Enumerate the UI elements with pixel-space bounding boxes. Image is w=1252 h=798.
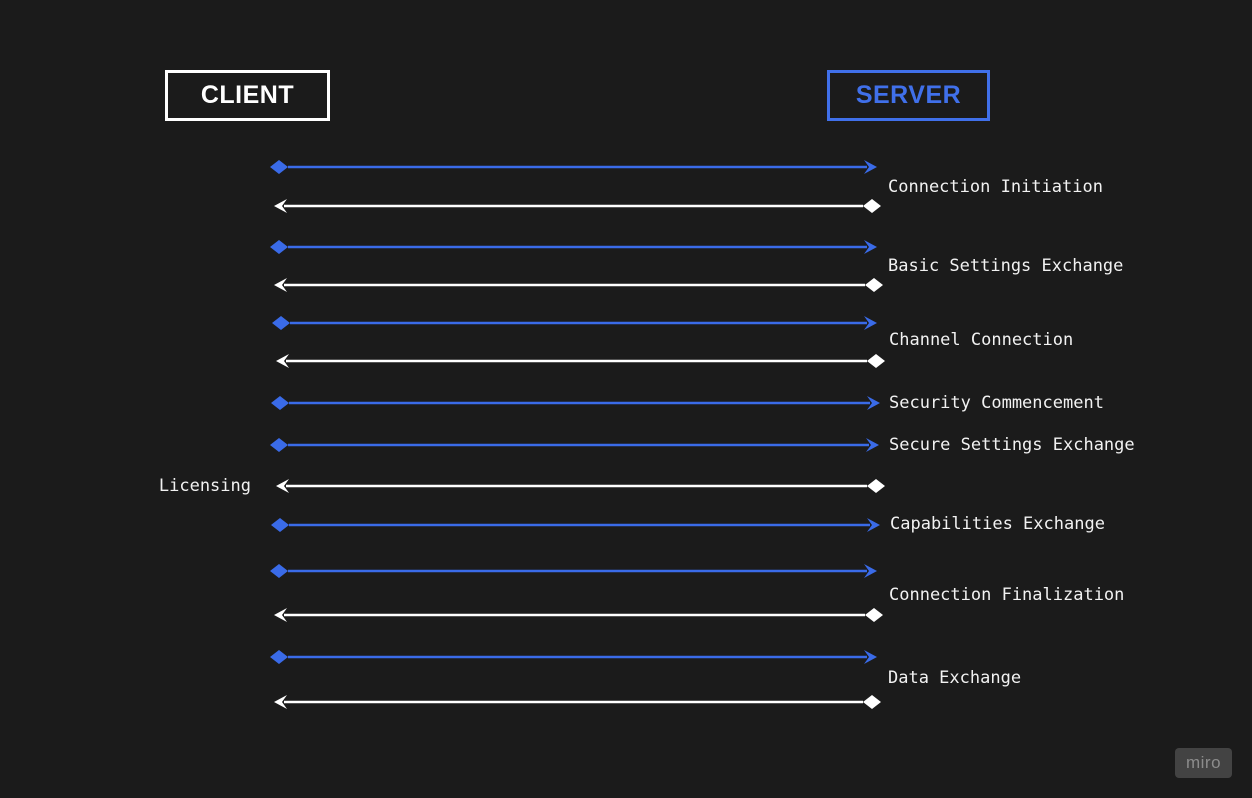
- message-label: Channel Connection: [889, 330, 1074, 350]
- miro-watermark-label: miro: [1185, 753, 1222, 772]
- message-label: Connection Finalization: [889, 585, 1125, 605]
- sequence-arrow-client-to-server: [270, 438, 879, 452]
- sequence-arrow-client-to-server: [272, 316, 877, 330]
- endpoint-box-server[interactable]: SERVER: [827, 70, 990, 121]
- endpoint-label-client: CLIENT: [200, 81, 295, 109]
- sequence-arrow-client-to-server: [270, 650, 877, 664]
- diagram-canvas: CLIENT SERVER Connection Initiation Basic…: [0, 0, 1252, 798]
- message-label: Data Exchange: [888, 668, 1022, 688]
- sequence-arrow-client-to-server: [271, 518, 880, 532]
- sequence-arrow-server-to-client: [274, 199, 881, 213]
- endpoint-label-server: SERVER: [855, 81, 962, 109]
- sequence-arrow-client-to-server: [270, 160, 877, 174]
- sequence-arrow-server-to-client: [274, 695, 881, 709]
- message-label: Secure Settings Exchange: [889, 435, 1135, 455]
- endpoint-box-client[interactable]: CLIENT: [165, 70, 330, 121]
- sequence-arrow-client-to-server: [271, 396, 880, 410]
- message-label: Security Commencement: [889, 393, 1104, 413]
- message-label: Licensing: [158, 476, 251, 496]
- sequence-arrow-server-to-client: [276, 354, 885, 368]
- message-label: Basic Settings Exchange: [888, 256, 1124, 276]
- miro-watermark: miro: [1175, 748, 1232, 778]
- sequence-arrow-server-to-client: [274, 608, 883, 622]
- sequence-arrow-client-to-server: [270, 240, 877, 254]
- sequence-arrow-server-to-client: [276, 479, 885, 493]
- sequence-arrow-client-to-server: [270, 564, 877, 578]
- sequence-arrow-server-to-client: [274, 278, 883, 292]
- message-label: Connection Initiation: [888, 177, 1103, 197]
- message-label: Capabilities Exchange: [890, 514, 1105, 534]
